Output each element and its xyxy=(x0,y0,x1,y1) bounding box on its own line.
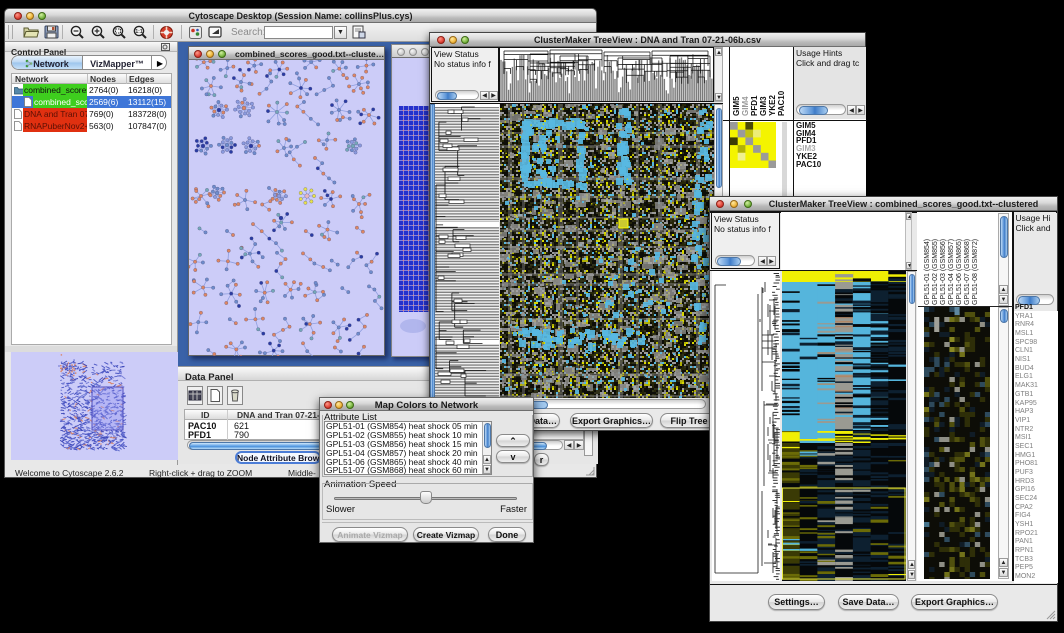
svg-text:1:1: 1:1 xyxy=(135,29,142,35)
